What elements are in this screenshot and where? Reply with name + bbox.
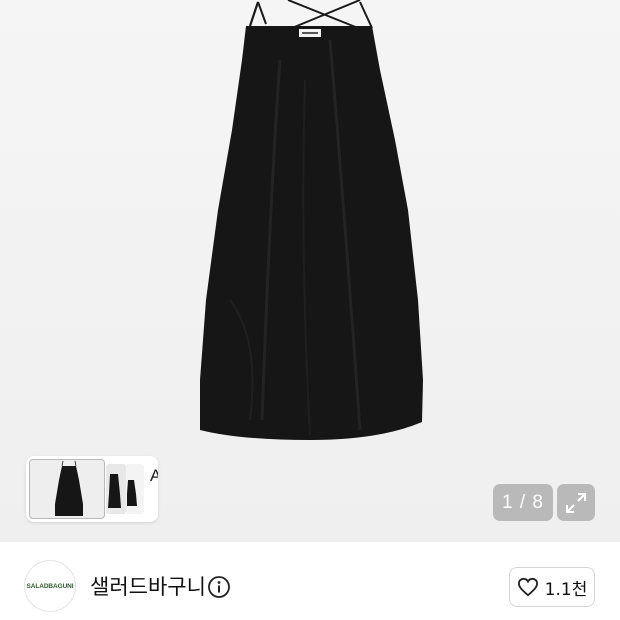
like-count: 1.1천 [544,579,588,600]
thumbnail-3[interactable] [126,464,144,514]
expand-icon [566,492,586,513]
thumbnail-strip[interactable]: AI [26,456,158,522]
product-image-gallery[interactable]: AI 1 / 8 [0,0,620,542]
thumbnail-selected[interactable] [29,459,105,519]
seller-logo[interactable]: SALADBAGUNI [24,560,76,612]
page-counter: 1 / 8 [493,484,553,521]
thumbnail-2[interactable] [106,464,126,514]
chevron-right-icon[interactable] [156,492,158,506]
info-icon[interactable] [207,575,231,599]
heart-icon [517,577,538,597]
thumbnail-dress-image [108,474,121,508]
ai-badge[interactable]: AI [150,466,158,486]
thumbnail-dress-image [127,480,137,506]
thumbnail-dress-image [55,460,83,516]
like-button[interactable]: 1.1천 [509,567,595,607]
seller-name[interactable]: 샐러드바구니 [90,571,206,601]
seller-bar: SALADBAGUNI 샐러드바구니 1.1천 [0,542,620,620]
expand-button[interactable] [557,484,595,521]
seller-logo-text: SALADBAGUNI [26,582,74,590]
